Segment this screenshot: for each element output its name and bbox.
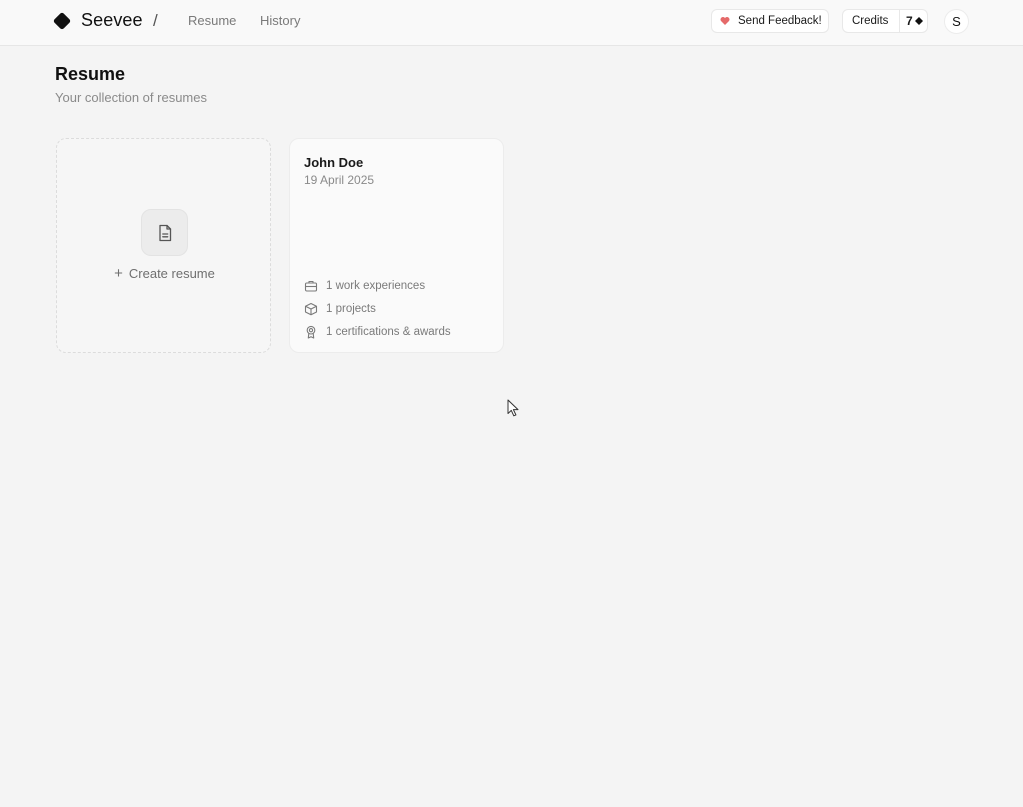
resume-stat-projects: 1 projects xyxy=(304,302,376,316)
resume-stat-certifications: 1 certifications & awards xyxy=(304,325,451,339)
page-title: Resume xyxy=(55,64,126,84)
resume-name: John Doe xyxy=(304,155,364,170)
breadcrumb-separator: / xyxy=(153,11,158,30)
credits-label: Credits xyxy=(852,15,889,27)
briefcase-icon xyxy=(304,280,318,292)
resume-stat-work: 1 work experiences xyxy=(304,279,425,293)
resume-date: 19 April 2025 xyxy=(304,173,375,187)
send-feedback-label: Send Feedback! xyxy=(738,15,822,27)
brand-name: Seevee xyxy=(81,10,143,30)
box-icon xyxy=(304,302,318,316)
page-subtitle: Your collection of resumes xyxy=(55,90,207,105)
resume-stat-certifications-text: 1 certifications & awards xyxy=(326,326,451,338)
create-resume-text: Create resume xyxy=(128,266,215,281)
plus-icon: + xyxy=(114,265,123,282)
create-resume-icon-box xyxy=(141,209,188,256)
resume-stat-projects-text: 1 projects xyxy=(326,303,376,315)
credits-count-value: 7 xyxy=(906,14,913,28)
file-text-icon xyxy=(158,224,171,241)
nav-link-resume[interactable]: Resume xyxy=(188,13,236,28)
mouse-pointer-icon xyxy=(507,399,519,417)
create-resume-card[interactable]: + Create resume xyxy=(56,138,271,353)
brand-logo-icon xyxy=(53,12,71,29)
resume-stat-work-text: 1 work experiences xyxy=(326,280,426,292)
create-resume-label: + Create resume xyxy=(57,265,272,282)
user-avatar[interactable]: S xyxy=(944,9,969,34)
diamond-icon xyxy=(914,17,923,25)
heart-icon xyxy=(720,17,730,25)
credits-badge[interactable]: Credits 7 xyxy=(842,9,928,33)
credits-count: 7 xyxy=(900,14,923,28)
send-feedback-button[interactable]: Send Feedback! xyxy=(711,9,829,33)
award-icon xyxy=(306,325,316,339)
brand[interactable]: Seevee xyxy=(52,10,143,31)
resume-card[interactable]: John Doe 19 April 2025 1 work experience… xyxy=(289,138,504,353)
nav-link-history[interactable]: History xyxy=(260,13,300,28)
top-navigation-bar: Seevee / Resume History Send Feedback! C… xyxy=(0,0,1023,46)
